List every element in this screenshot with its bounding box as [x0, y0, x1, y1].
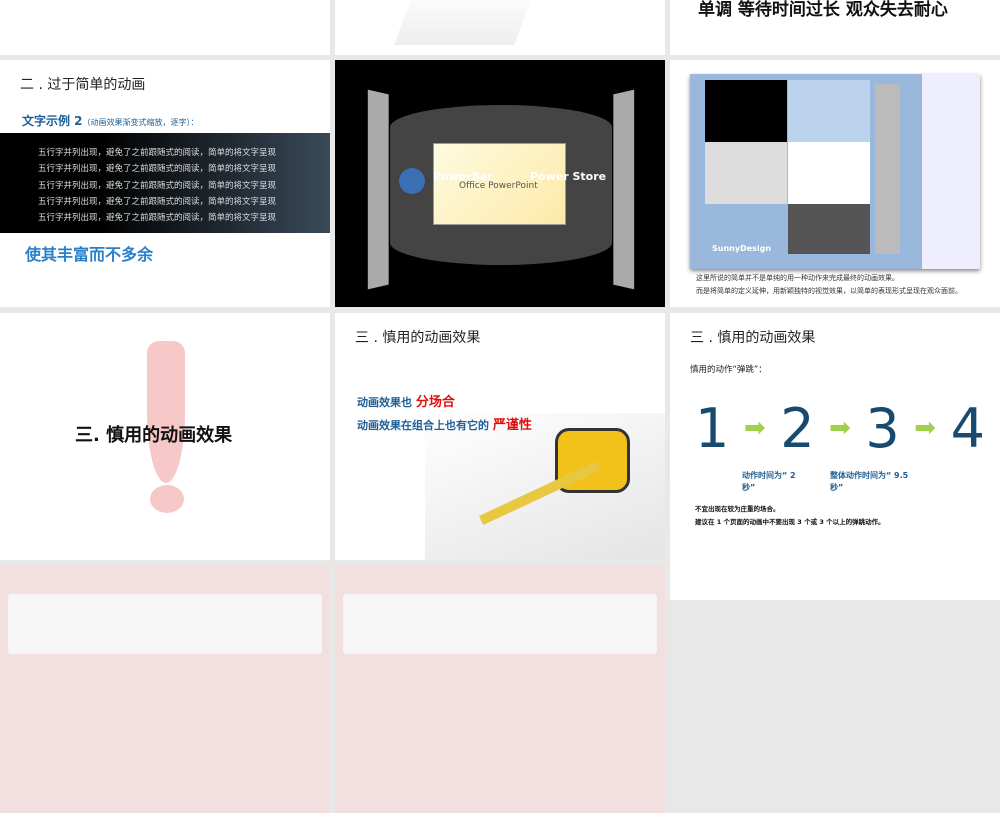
- slide-title: 三. 慎用的动画效果: [75, 421, 232, 447]
- slide-thumbnail[interactable]: 三 . 慎用的动画效果 慎用的动作“弹跳”： 1 ➡ 2 ➡ 3 ➡ 4 动作时…: [670, 313, 1000, 560]
- footnotes: 不宜出现在较为庄重的场合。 建议在 1 个页面的动画中不要出现 3 个或 3 个…: [695, 503, 885, 529]
- caption-line: 而是将简单的定义延伸，用新颖独特的视觉效果，以简单的表现形式呈现在观众面前。: [696, 285, 962, 298]
- slide-thumbnail[interactable]: Office PowerPoint PowerBar Power Store: [335, 60, 665, 307]
- brand-label: SunnyDesign: [712, 244, 771, 253]
- footnote: 建议在 1 个页面的动画中不要出现 3 个或 3 个以上的弹跳动作。: [695, 516, 885, 529]
- slide-thumbnail[interactable]: 单调 等待时间过长 观众失去耐心: [670, 0, 1000, 55]
- number: 3: [865, 397, 899, 460]
- number: 1: [695, 397, 729, 460]
- editor-screenshot: SunnyDesign: [690, 74, 980, 269]
- slide-text: 单调 等待时间过长 观众失去耐心: [698, 0, 948, 20]
- example-label: 文字示例 2（动画效果渐变式缩放，逐字）：: [22, 112, 199, 129]
- footnote: 不宜出现在较为庄重的场合。: [695, 503, 885, 516]
- slide-title: 三 . 慎用的动画效果: [690, 327, 815, 347]
- screen-image: Office PowerPoint: [433, 143, 566, 225]
- content-box: [8, 594, 322, 654]
- arrow-right-icon: ➡: [744, 413, 766, 443]
- screen-label-left: PowerBar: [433, 170, 493, 183]
- slide-thumbnail[interactable]: SunnyDesign 这里所说的简单并不是单纯的用一种动作来完成最终的动画效果…: [670, 60, 1000, 307]
- dark-text-band: 五行字并列出现，避免了之前跟随式的阅读，简单的将文字呈现 五行字并列出现，避免了…: [0, 133, 330, 233]
- character-ball: [399, 168, 425, 194]
- line-1: 动画效果也 分场合: [357, 391, 455, 410]
- empty-area: [670, 560, 1000, 600]
- arrow-right-icon: ➡: [829, 413, 851, 443]
- text-line: 五行字并列出现，避免了之前跟随式的阅读，简单的将文字呈现: [38, 210, 330, 226]
- caption: 这里所说的简单并不是单纯的用一种动作来完成最终的动画效果。 而是将简单的定义延伸…: [696, 272, 962, 298]
- line-2: 动画效果在组合上也有它的 严谨性: [357, 414, 532, 433]
- caption-line: 这里所说的简单并不是单纯的用一种动作来完成最终的动画效果。: [696, 272, 962, 285]
- text-line: 五行字并列出现，避免了之前跟随式的阅读，简单的将文字呈现: [38, 178, 330, 194]
- slide-title: 三 . 慎用的动画效果: [355, 327, 480, 347]
- number: 4: [951, 397, 985, 460]
- text-line: 五行字并列出现，避免了之前跟随式的阅读，简单的将文字呈现: [38, 161, 330, 177]
- slide-thumbnail[interactable]: [335, 566, 665, 813]
- slide-thumbnail[interactable]: 三 . 慎用的动画效果 动画效果也 分场合 动画效果在组合上也有它的 严谨性: [335, 313, 665, 560]
- panel-right: [613, 90, 634, 290]
- exclamation-bar: [147, 341, 185, 483]
- text-line: 五行字并列出现，避免了之前跟随式的阅读，简单的将文字呈现: [38, 194, 330, 210]
- exclamation-dot: [150, 485, 184, 513]
- subtitle: 慎用的动作“弹跳”：: [690, 363, 767, 375]
- image: [394, 0, 536, 45]
- slide-thumbnail[interactable]: [0, 566, 330, 813]
- tape-measure-image: [425, 413, 665, 560]
- emphasis-text: 使其丰富而不多余: [25, 241, 153, 265]
- slide-title: 二 . 过于简单的动画: [20, 74, 145, 94]
- text-line: 五行字并列出现，避免了之前跟随式的阅读，简单的将文字呈现: [38, 145, 330, 161]
- bounce-sequence: 1 ➡ 2 ➡ 3 ➡ 4: [695, 393, 985, 463]
- slide-thumbnail[interactable]: [335, 0, 665, 55]
- note: 整体动作时间为“ 9.5 秒”: [830, 470, 920, 494]
- note: 动作时间为“ 2 秒”: [742, 470, 807, 494]
- slide-thumbnail[interactable]: 三. 慎用的动画效果: [0, 313, 330, 560]
- panel-left: [368, 90, 389, 290]
- number: 2: [780, 397, 814, 460]
- content-box: [343, 594, 657, 654]
- screen-label-right: Power Store: [530, 170, 606, 183]
- arrow-right-icon: ➡: [914, 413, 936, 443]
- slide-thumbnail[interactable]: [0, 0, 330, 55]
- slide-thumbnail[interactable]: 二 . 过于简单的动画 文字示例 2（动画效果渐变式缩放，逐字）： 五行字并列出…: [0, 60, 330, 307]
